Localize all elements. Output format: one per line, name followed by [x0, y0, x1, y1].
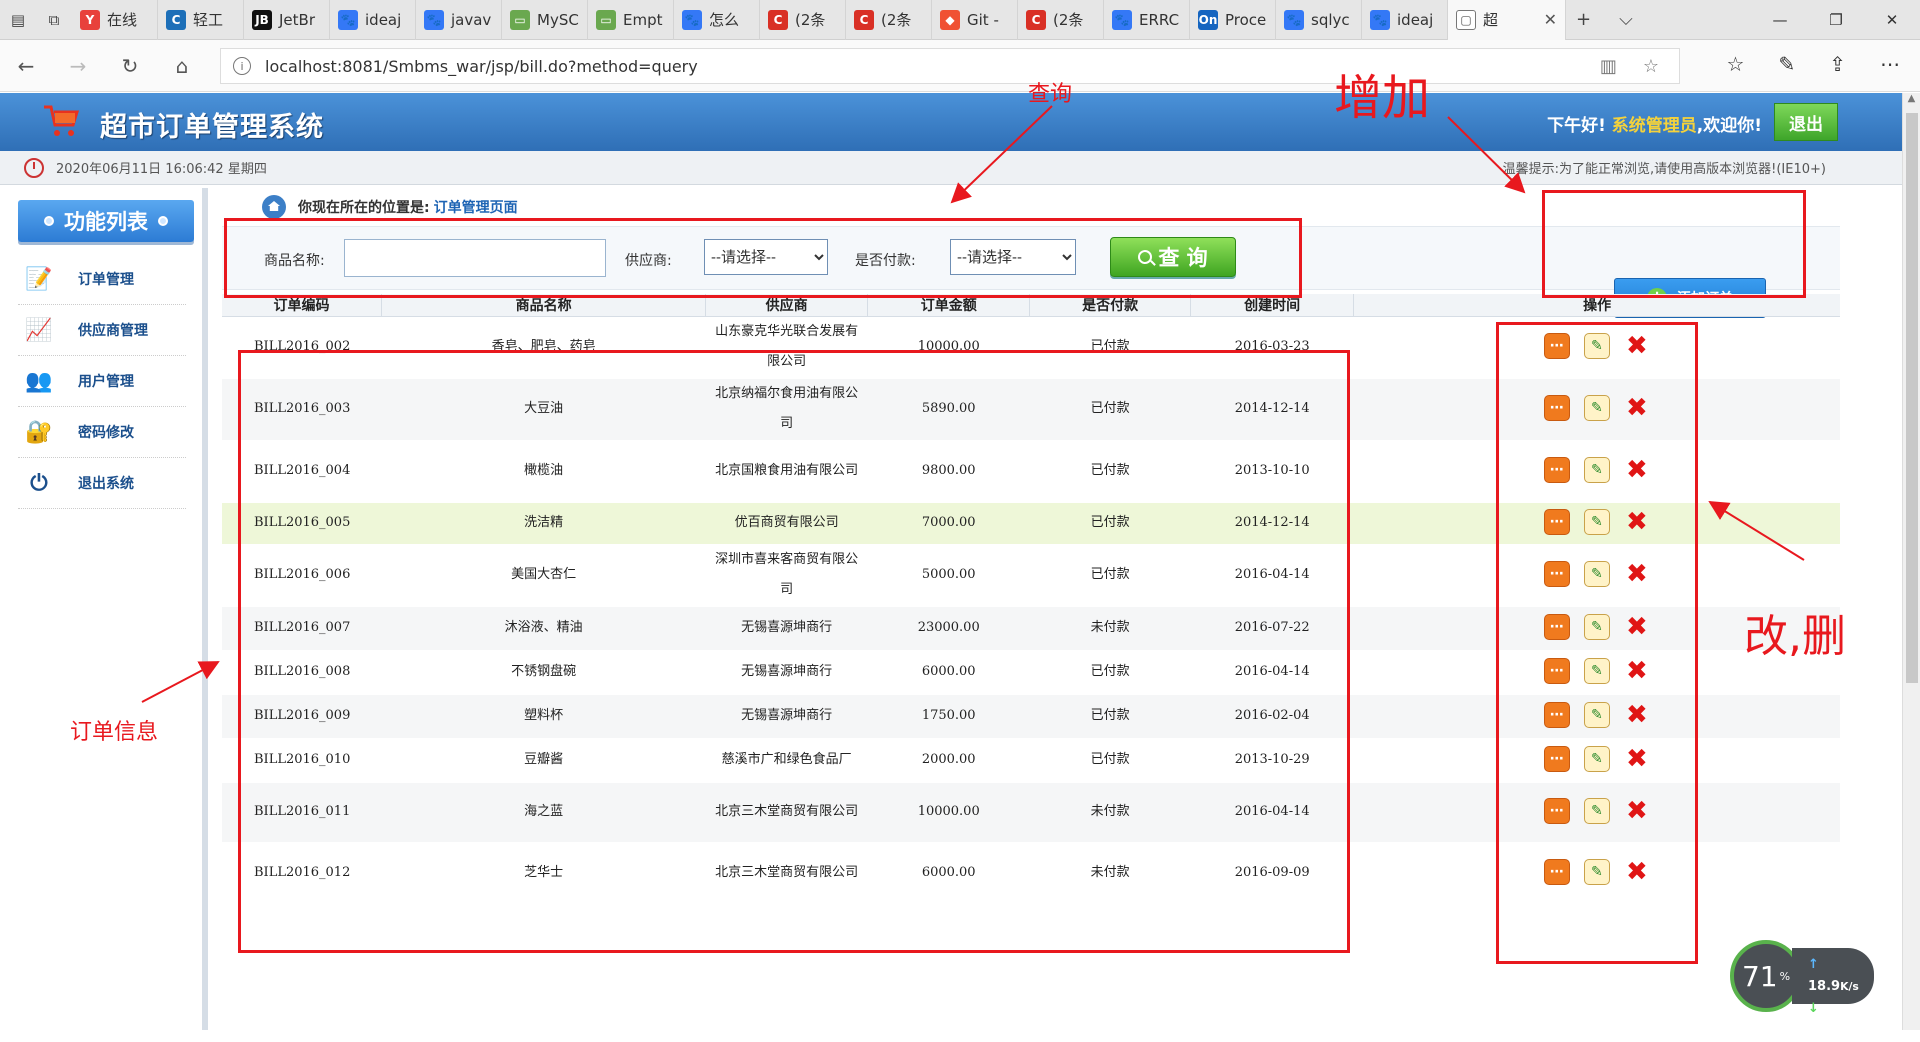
query-annotation: 查询 — [1028, 82, 1073, 107]
query-arrow — [950, 105, 1053, 204]
add-arrow — [1447, 116, 1526, 194]
memory-percent-unit: % — [1779, 969, 1791, 983]
memory-percent: 71 — [1741, 959, 1778, 993]
query-highlight-box — [224, 218, 1302, 298]
upload-arrow-icon: ↑ — [1808, 957, 1819, 972]
upload-rate: 18.9 — [1808, 979, 1841, 994]
add-annotation: 增加 — [1334, 70, 1431, 126]
network-monitor-widget[interactable]: 71% ↑ 18.9K/s ↓ 18.1K/s — [1730, 940, 1875, 1038]
order-info-highlight-box — [238, 350, 1350, 953]
edit-delete-annotation: 改,删 — [1744, 611, 1846, 662]
download-unit: K/s — [1840, 1024, 1859, 1037]
download-rate: 18.1 — [1808, 1023, 1841, 1038]
edit-delete-arrow — [1708, 500, 1805, 561]
order-info-annotation: 订单信息 — [70, 720, 159, 745]
edit-delete-highlight-box — [1496, 322, 1698, 964]
upload-unit: K/s — [1840, 980, 1859, 993]
net-rates: ↑ 18.9K/s ↓ 18.1K/s — [1792, 948, 1874, 1038]
add-highlight-box — [1542, 190, 1806, 298]
order-info-arrow — [141, 661, 220, 703]
download-arrow-icon: ↓ — [1808, 1001, 1819, 1016]
